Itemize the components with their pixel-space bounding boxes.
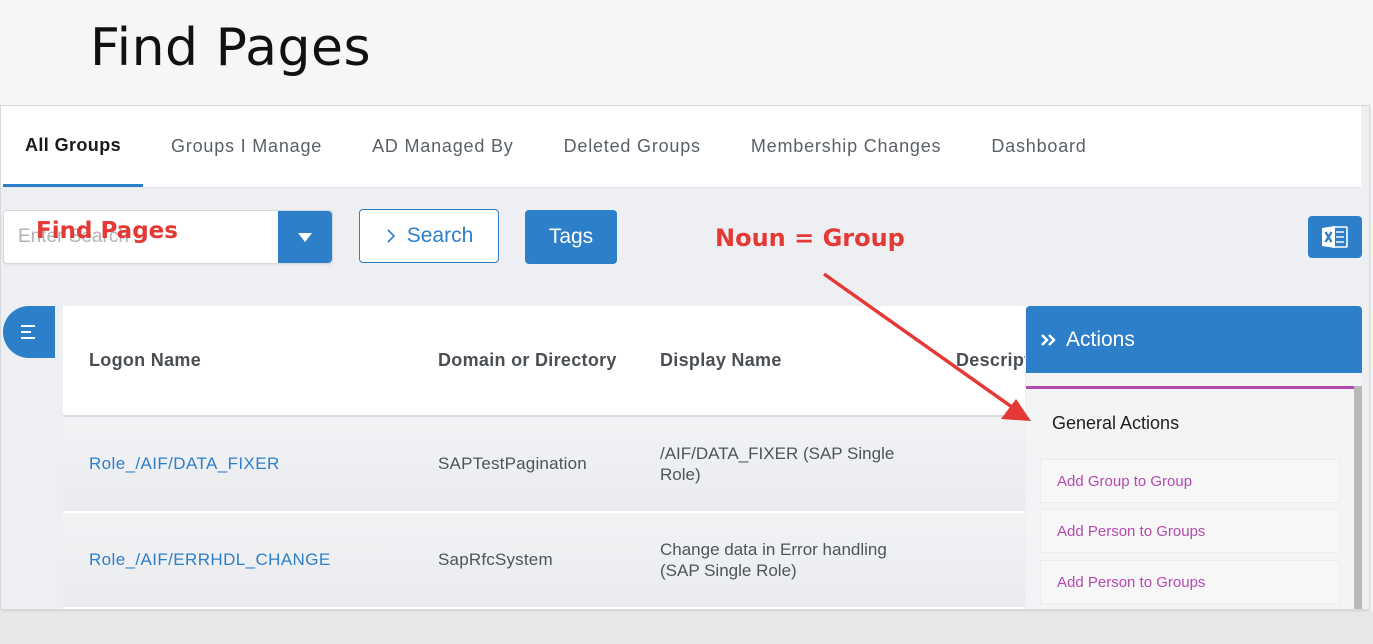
bottom-strip xyxy=(0,612,1373,644)
actions-header[interactable]: Actions xyxy=(1026,306,1362,373)
dropdown-caret-icon xyxy=(298,232,312,242)
column-header-display-name[interactable]: Display Name xyxy=(660,350,782,371)
domain-cell: SapRfcSystem xyxy=(438,550,553,569)
domain-cell: SAPTestPagination xyxy=(438,454,587,473)
tab-all-groups[interactable]: All Groups xyxy=(3,106,144,187)
action-add-group-to-group[interactable]: Add Group to Group xyxy=(1040,459,1340,503)
actions-body: General Actions Add Group to Group Add P… xyxy=(1026,386,1362,609)
tab-ad-managed-by[interactable]: AD Managed By xyxy=(350,106,535,187)
search-button-label: Search xyxy=(406,224,474,247)
double-chevron-icon xyxy=(1041,333,1056,346)
annotation-find-pages: Find Pages xyxy=(36,218,178,244)
tags-button[interactable]: Tags xyxy=(525,210,617,264)
table-row[interactable]: Role_/AIF/DATA_FIXER SAPTestPagination /… xyxy=(63,417,1025,513)
menu-lines-icon xyxy=(21,325,35,339)
slide-title: Find Pages xyxy=(90,18,372,78)
search-button[interactable]: Search xyxy=(359,209,499,263)
annotation-noun: Noun = Group xyxy=(715,224,905,252)
actions-header-label: Actions xyxy=(1066,327,1135,351)
groups-table: Logon Name Domain or Directory Display N… xyxy=(63,306,1025,609)
table-header: Logon Name Domain or Directory Display N… xyxy=(63,306,1025,417)
column-header-domain[interactable]: Domain or Directory xyxy=(438,350,617,371)
actions-panel: Actions General Actions Add Group to Gro… xyxy=(1026,306,1362,609)
display-name-cell: /AIF/DATA_FIXER (SAP Single Role) xyxy=(660,444,895,484)
actions-scrollbar[interactable] xyxy=(1354,386,1362,609)
action-add-person-to-groups[interactable]: Add Person to Groups xyxy=(1040,560,1340,604)
search-dropdown-button[interactable] xyxy=(278,211,332,263)
logon-name-link[interactable]: Role_/AIF/DATA_FIXER xyxy=(89,454,280,474)
tab-deleted-groups[interactable]: Deleted Groups xyxy=(542,106,723,187)
chevron-right-icon xyxy=(387,229,395,243)
tab-bar: All Groups Groups I Manage AD Managed By… xyxy=(1,106,1361,188)
column-header-description[interactable]: Descript xyxy=(956,350,1025,371)
column-header-logon-name[interactable]: Logon Name xyxy=(89,350,201,371)
menu-toggle-button[interactable] xyxy=(3,306,55,358)
tab-dashboard[interactable]: Dashboard xyxy=(969,106,1108,187)
tab-membership-changes[interactable]: Membership Changes xyxy=(729,106,964,187)
general-actions-title: General Actions xyxy=(1052,413,1180,433)
app-window: All Groups Groups I Manage AD Managed By… xyxy=(0,105,1370,610)
action-add-person-to-groups[interactable]: Add Person to Groups xyxy=(1040,509,1340,553)
display-name-cell: Change data in Error handling (SAP Singl… xyxy=(660,540,887,580)
excel-icon xyxy=(1322,226,1348,248)
tab-groups-i-manage[interactable]: Groups I Manage xyxy=(149,106,344,187)
logon-name-link[interactable]: Role_/AIF/ERRHDL_CHANGE xyxy=(89,550,331,570)
table-row[interactable]: Role_/AIF/ERRHDL_CHANGE SapRfcSystem Cha… xyxy=(63,513,1025,609)
export-excel-button[interactable] xyxy=(1308,216,1362,258)
